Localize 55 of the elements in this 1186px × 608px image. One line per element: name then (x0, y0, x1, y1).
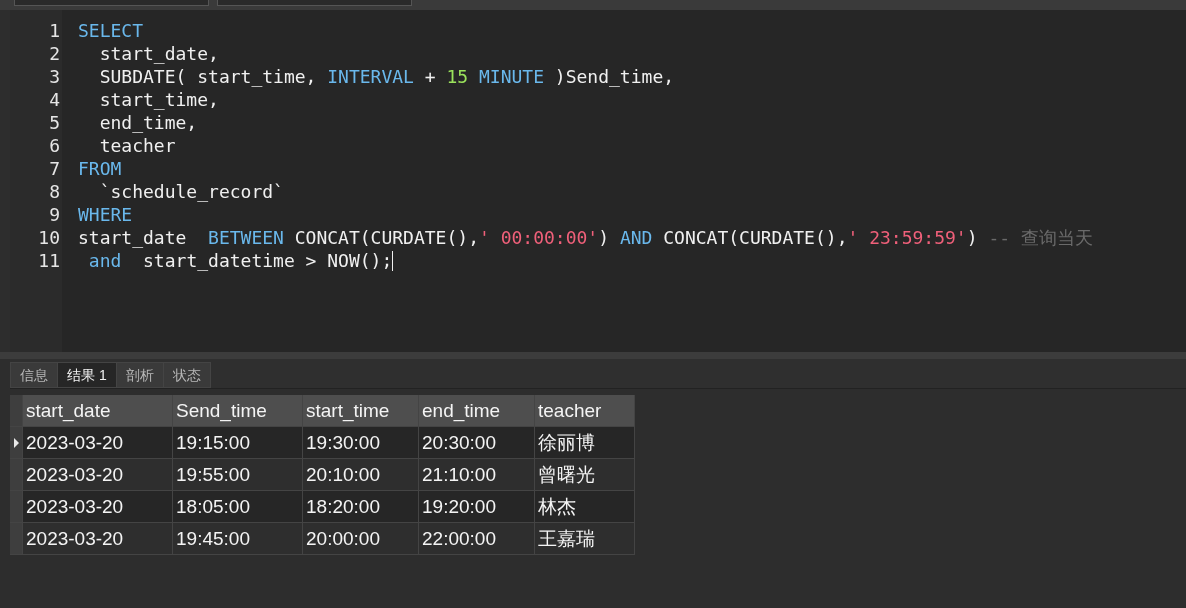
table-cell: 19:45:00 (173, 523, 303, 555)
line-number: 10 (37, 226, 61, 249)
line-number: 1 (48, 19, 61, 42)
line-number: 4 (48, 88, 61, 111)
code-token: CONCAT(CURDATE(), (293, 226, 479, 249)
table-cell: 2023-03-20 (23, 523, 173, 555)
code-token: -- 查询当天 (988, 226, 1093, 249)
code-token: INTERVAL (327, 65, 414, 88)
result-tab[interactable]: 信息 (10, 362, 58, 388)
column-header[interactable]: teacher (535, 395, 635, 427)
code-token: start_date (78, 226, 188, 249)
code-token: + (423, 65, 437, 88)
result-tab[interactable]: 结果 1 (57, 362, 117, 388)
code-token: end_time, (98, 111, 198, 134)
result-tab[interactable]: 状态 (162, 362, 211, 388)
code-token: ' 00:00:00' (479, 226, 599, 249)
code-token: SELECT (78, 19, 144, 42)
line-number: 2 (48, 42, 61, 65)
code-token: start_datetime > NOW(); (142, 249, 393, 272)
code-token: start_time, (98, 88, 219, 111)
code-token: SUBDATE( start_time, (98, 65, 318, 88)
table-cell: 20:00:00 (303, 523, 419, 555)
row-header[interactable] (10, 427, 23, 459)
code-token: and (87, 249, 122, 272)
code-token: AND (619, 226, 653, 249)
row-pointer-icon (12, 436, 20, 449)
code-token: MINUTE (478, 65, 544, 88)
column-header[interactable]: end_time (419, 395, 535, 427)
line-number: 5 (48, 111, 61, 134)
code-token: WHERE (78, 203, 133, 226)
code-token: )Send_time, (553, 65, 675, 88)
result-tab[interactable]: 剖析 (115, 362, 164, 388)
code-token: `schedule_record` (98, 180, 284, 203)
code-token: ) (966, 226, 979, 249)
line-number: 7 (48, 157, 61, 180)
code-token: ' 23:59:59' (847, 226, 967, 249)
code-token: FROM (78, 157, 122, 180)
text-cursor (392, 250, 394, 271)
code-token: CONCAT(CURDATE(), (662, 226, 848, 249)
line-number: 3 (48, 65, 61, 88)
line-number: 6 (48, 134, 61, 157)
code-token: start_date, (98, 42, 219, 65)
line-number: 8 (48, 180, 61, 203)
table-cell: 22:00:00 (419, 523, 535, 555)
column-header[interactable]: start_time (303, 395, 419, 427)
code-token: ) (598, 226, 611, 249)
code-token: 15 (446, 65, 469, 88)
row-header (10, 395, 23, 427)
table-cell: 王嘉瑞 (535, 523, 635, 555)
line-number: 11 (37, 249, 61, 272)
code-token: teacher (98, 134, 176, 157)
code-token: BETWEEN (208, 226, 284, 249)
column-header[interactable]: Send_time (173, 395, 303, 427)
column-header[interactable]: start_date (23, 395, 173, 427)
line-number: 9 (48, 203, 61, 226)
